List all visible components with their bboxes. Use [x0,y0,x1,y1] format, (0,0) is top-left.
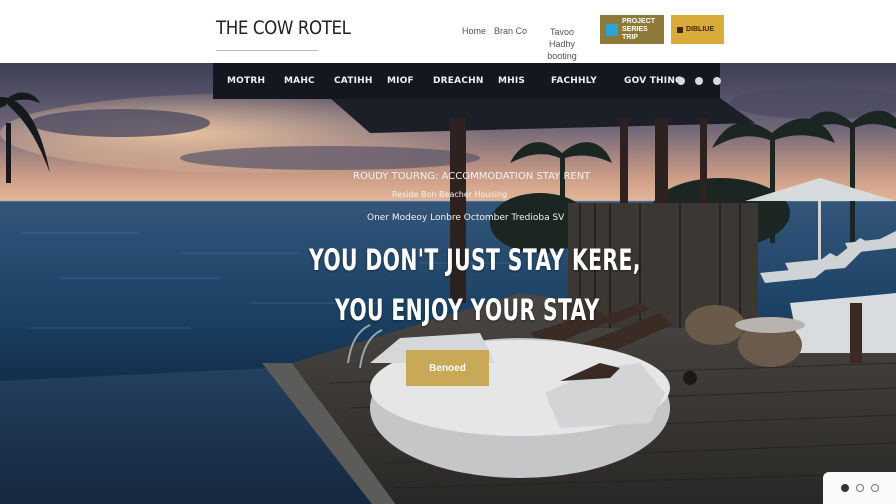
badge-1-label: PROJECT SERIES TRIP [622,17,656,41]
header-link-2[interactable]: Bran Co [494,26,527,36]
pinterest-icon[interactable] [713,77,721,85]
hero-headline-line-2: YOU ENJOY YOUR STAY [335,293,600,327]
nav-item-2[interactable]: MAHC [284,76,315,86]
nav-item-4[interactable]: MIOF [387,76,414,86]
hero-section [0,63,896,504]
badge-mark-icon [677,26,683,33]
book-now-button[interactable]: Benoed [406,350,489,386]
hero-subtitle-1: ROUDY TOURNG: ACCOMMODATION STAY RENT [353,171,591,182]
instagram-icon[interactable] [677,77,685,85]
header-link-3-line-1: Tavoo Hadhy [548,27,575,49]
slider-pagination [823,472,896,504]
header-link-3[interactable]: Tavoo Hadhy booting [536,26,588,62]
logo-underline [216,50,318,51]
hero-background-image [0,63,896,504]
slider-dot-3[interactable] [870,484,879,492]
nav-item-7[interactable]: FACHHLY [551,76,597,86]
badge-2-label: DIBLIUE [686,25,714,33]
header-link-1[interactable]: Home [462,26,486,36]
partner-badge-1[interactable]: PROJECT SERIES TRIP [600,15,664,44]
header-link-3-line-2: booting [547,51,577,61]
hero-headline-line-1: YOU DON'T JUST STAY KERE, [309,243,641,277]
twitter-icon[interactable] [695,77,703,85]
nav-item-1[interactable]: MOTRH [227,76,265,86]
hero-subtitle-2: Reside Bon Beacher Housing [392,190,508,199]
slider-dot-2[interactable] [855,484,864,492]
nav-item-8[interactable]: GOV THING [624,76,683,86]
nav-item-5[interactable]: DREACHN [433,76,484,86]
partner-badge-2[interactable]: DIBLIUE [671,15,724,44]
badge-logo-icon [606,23,618,36]
slider-dot-1[interactable] [840,484,849,492]
main-nav: MOTRH MAHC CATIHH MIOF DREACHN MHIS FACH… [213,63,721,99]
nav-item-6[interactable]: MHIS [498,76,525,86]
nav-item-3[interactable]: CATIHH [334,76,373,86]
hero-subtitle-3: Oner Modeoy Lonbre Octomber Tredioba SV [367,213,565,223]
site-logo[interactable]: THE COW ROTEL [216,17,351,39]
top-header: THE COW ROTEL Home Bran Co Tavoo Hadhy b… [0,0,896,63]
